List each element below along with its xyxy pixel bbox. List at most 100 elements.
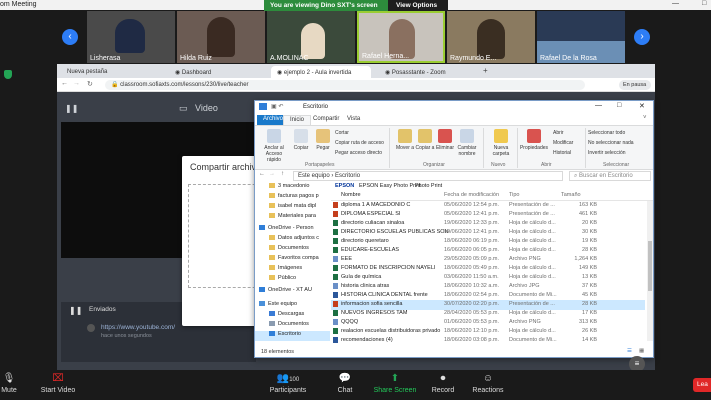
nav-item[interactable]: Datos adjuntos c <box>255 235 330 245</box>
back-icon[interactable]: ← <box>61 80 68 87</box>
select-none-button[interactable]: No seleccionar nada <box>588 140 634 146</box>
participant-tile[interactable]: Lisherasa <box>87 11 175 63</box>
browser-tab-active[interactable]: ◉ ejemplo 2 - Aula invertida <box>271 66 371 78</box>
ribbon-tab-share[interactable]: Compartir <box>307 115 345 125</box>
mute-button[interactable]: 🎙 Mute <box>0 373 24 394</box>
minimize-button[interactable]: — <box>672 0 679 7</box>
up-icon[interactable]: ↑ <box>281 171 284 177</box>
sent-tab[interactable]: Enviados <box>89 306 116 313</box>
participant-tile[interactable]: A.MOLINAC <box>267 11 355 63</box>
gallery-prev-button[interactable]: ‹ <box>62 29 78 45</box>
nav-item[interactable]: Favoritos compa <box>255 255 330 265</box>
open-button[interactable]: Abrir <box>553 130 564 136</box>
nav-item[interactable]: Documentos <box>255 245 330 255</box>
paste-button[interactable]: Pegar <box>311 129 335 151</box>
back-icon[interactable]: ← <box>259 171 265 177</box>
nav-item-selected[interactable]: Escritorio <box>255 331 330 341</box>
browser-tab[interactable]: ◉ Posasstante - Zoom <box>379 66 473 78</box>
details-view-icon[interactable]: ☰ <box>627 348 632 354</box>
forward-icon[interactable]: → <box>73 80 80 87</box>
reactions-button[interactable]: ☺ Reactions <box>472 373 504 394</box>
nav-item[interactable]: Materiales para <box>255 213 330 223</box>
invert-selection-button[interactable]: Invertir selección <box>588 150 626 156</box>
scrollbar-thumb[interactable] <box>648 241 652 291</box>
file-size: 30 KB <box>582 229 597 235</box>
nav-item[interactable]: isabel mata dipl <box>255 203 330 213</box>
close-button[interactable]: ✕ <box>639 102 645 110</box>
path-bar[interactable]: Este equipo › Escritorio <box>293 171 563 181</box>
participant-name: Rafael Herna... <box>362 53 410 60</box>
share-screen-button[interactable]: ⬆ Share Screen <box>372 373 418 394</box>
column-type[interactable]: Tipo <box>509 192 561 198</box>
browser-tab[interactable]: ◉ Dashboard <box>169 66 265 78</box>
participant-tile[interactable]: Rafael De la Rosa <box>537 11 625 63</box>
record-button[interactable]: ⏺ Record <box>430 373 456 394</box>
nav-item[interactable]: OneDrive - XT AU <box>255 287 330 297</box>
ribbon-separator <box>483 128 484 168</box>
browser-tab[interactable]: Nueva pestaña <box>61 66 153 78</box>
rename-button[interactable]: Cambiar nombre <box>453 129 481 157</box>
url-field[interactable]: 🔒 classroom.sofiaxts.com/lessons/230/liv… <box>105 80 585 90</box>
nav-label: facturas pagos p <box>278 193 319 199</box>
file-name: EEE <box>341 256 353 262</box>
search-input[interactable]: ⌕ Buscar en Escritorio <box>569 171 651 181</box>
file-name: informacion sofia sencilla <box>341 301 403 307</box>
file-size: 17 KB <box>582 310 597 316</box>
paused-button[interactable]: En pausa <box>619 80 651 90</box>
column-name[interactable]: Nombre <box>341 192 449 198</box>
file-name: EDUCARE-ESCUELAS <box>341 247 400 253</box>
shared-link[interactable]: https://www.youtube.com/ <box>101 324 175 331</box>
minimize-button[interactable]: — <box>595 102 602 109</box>
quick-access-icon[interactable]: ▣ ↶ <box>271 103 283 110</box>
start-video-button[interactable]: ⌧ Start Video <box>38 373 78 394</box>
tiles-view-icon[interactable]: ▦ <box>639 348 644 354</box>
history-button[interactable]: Historial <box>553 150 571 156</box>
participant-tile-active-speaker[interactable]: Rafael Herna... <box>357 11 445 63</box>
shield-icon[interactable] <box>4 70 12 79</box>
nav-item[interactable]: OneDrive - Person <box>255 225 330 235</box>
ribbon-expand-icon[interactable]: ˅ <box>643 115 647 121</box>
nav-item[interactable]: facturas pagos p <box>255 193 330 203</box>
participant-tile[interactable]: Raymundo E... <box>447 11 535 63</box>
epson-easy-photo-print[interactable]: EPSON Easy Photo Print <box>359 183 421 189</box>
copy-path-button[interactable]: Copiar ruta de acceso <box>335 140 384 146</box>
forward-icon[interactable]: → <box>269 171 275 177</box>
pause-icon[interactable]: ❚❚ <box>65 104 78 113</box>
nav-item[interactable]: Este equipo <box>255 301 330 311</box>
file-explorer-window: ▣ ↶ Escritorio — □ ✕ Archivo Inicio Comp… <box>254 100 654 358</box>
column-size[interactable]: Tamaño <box>561 192 597 198</box>
nav-item[interactable]: Público <box>255 275 330 285</box>
participants-button[interactable]: 👥100 Participants <box>266 373 310 394</box>
leave-button[interactable]: Lea <box>693 378 711 392</box>
new-folder-button[interactable]: Nueva carpeta <box>487 129 515 157</box>
participant-name: Hilda Ruiz <box>180 55 212 62</box>
gallery-next-button[interactable]: › <box>634 29 650 45</box>
ribbon-tab-view[interactable]: Vista <box>341 115 366 125</box>
pause-icon[interactable]: ❚❚ <box>69 306 82 315</box>
pin-quick-access-button[interactable]: Anclar al Acceso rápido <box>259 129 289 163</box>
select-all-button[interactable]: Seleccionar todo <box>588 130 625 136</box>
modify-button[interactable]: Modificar <box>553 140 573 146</box>
nav-item[interactable]: Imágenes <box>255 265 330 275</box>
maximize-button[interactable]: □ <box>617 102 621 109</box>
copy-button[interactable]: Copiar <box>289 129 313 151</box>
file-type-icon <box>333 211 338 217</box>
reload-icon[interactable]: ↻ <box>87 80 93 88</box>
column-date[interactable]: Fecha de modificación <box>444 192 512 198</box>
paste-shortcut-button[interactable]: Pegar acceso directo <box>335 150 382 156</box>
file-name: historia clinica atras <box>341 283 390 289</box>
properties-button[interactable]: Propiedades <box>519 129 549 151</box>
new-tab-button[interactable]: + <box>483 66 488 75</box>
explorer-nav-bar: ← → ↑ Este equipo › Escritorio ⌕ Buscar … <box>255 170 653 182</box>
participant-tile[interactable]: Hilda Ruiz <box>177 11 265 63</box>
nav-item[interactable]: 3 macedonio <box>255 183 330 193</box>
scrollbar[interactable] <box>647 201 653 341</box>
view-options-button[interactable]: View Options ▾ <box>388 0 448 17</box>
maximize-button[interactable]: □ <box>702 0 706 7</box>
file-row[interactable]: recomendaciones (4) 18/06/2020 03:08 p.m.… <box>331 336 645 346</box>
epson-photo-print[interactable]: Photo Print <box>415 183 442 189</box>
chat-button[interactable]: 💬 Chat <box>334 373 356 394</box>
cut-button[interactable]: Cortar <box>335 130 349 136</box>
nav-item[interactable]: Documentos <box>255 321 330 331</box>
nav-item[interactable]: Descargas <box>255 311 330 321</box>
